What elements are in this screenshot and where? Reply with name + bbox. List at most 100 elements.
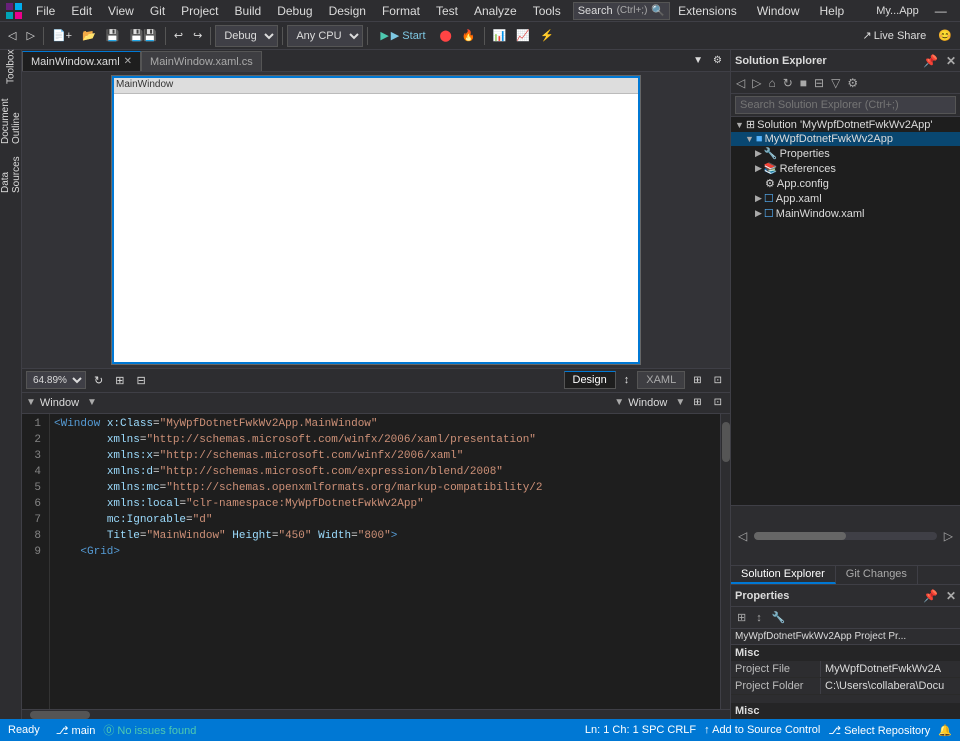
tab-list-button[interactable]: ▼ [689,50,707,71]
snap-button[interactable]: ⊟ [132,369,149,391]
menu-design[interactable]: Design [321,2,374,20]
vscroll-thumb[interactable] [722,422,730,462]
se-properties-item[interactable]: ▶ 🔧 Properties [731,146,960,161]
se-stop-btn[interactable]: ■ [797,73,810,93]
tab-git-changes[interactable]: Git Changes [836,566,918,584]
menu-build[interactable]: Build [227,2,270,20]
tab-close-all-button[interactable]: ⚙ [709,50,726,71]
hot-reload-button[interactable]: 🔥 [458,25,480,47]
maximize-button[interactable]: □ [955,0,960,22]
diag-button[interactable]: 📈 [512,25,534,47]
se-search-input[interactable] [735,96,956,114]
code-panel-dropdown-right[interactable]: ▼ [675,397,685,408]
save-button[interactable]: 💾 [102,25,124,47]
se-scroll-right[interactable]: ▷ [941,526,956,546]
profiler-button[interactable]: 📊 [489,25,511,47]
se-collapse-btn[interactable]: ⊟ [811,73,827,93]
menu-analyze[interactable]: Analyze [466,2,525,20]
search-box[interactable]: Search (Ctrl+;) 🔍 [573,2,670,20]
code-panel-dropdown-left[interactable]: ▼ [87,397,97,408]
redo-button[interactable]: ↪ [189,25,206,47]
menu-tools[interactable]: Tools [525,2,569,20]
menu-extensions[interactable]: Extensions [670,2,745,20]
project-arrow: ▼ [745,134,754,144]
se-appconfig-item[interactable]: ⚙ App.config [731,176,960,191]
minimize-button[interactable]: — [929,0,953,22]
menu-window[interactable]: Window [749,2,808,20]
new-project-button[interactable]: 📄+ [48,25,76,47]
se-project-item[interactable]: ▼ ■ MyWpfDotnetFwkWv2App [731,132,960,146]
save-all-button[interactable]: 💾💾 [125,25,160,47]
props-grid-btn[interactable]: ⊞ [733,611,750,624]
editor-vscroll[interactable] [720,414,730,710]
se-mainwindow-item[interactable]: ▶ ☐ MainWindow.xaml [731,206,960,221]
menu-help[interactable]: Help [812,2,853,20]
sidebar-data-sources[interactable]: Data Sources [2,166,20,184]
undo-button[interactable]: ↩ [170,25,187,47]
debug-mode-select[interactable]: Debug [215,25,278,47]
se-home-btn[interactable]: ⌂ [765,73,778,93]
cpu-select[interactable]: Any CPU [287,25,363,47]
expand-button[interactable]: ⊞ [689,369,705,391]
code-text[interactable]: <Window x:Class="MyWpfDotnetFwkWv2App.Ma… [50,414,720,710]
menu-view[interactable]: View [100,2,142,20]
toggle-arrow-button[interactable]: ↕ [620,369,634,391]
props-sort-btn[interactable]: ↕ [752,612,766,624]
status-notification[interactable]: 🔔 [938,724,952,737]
se-hscroll-thumb[interactable] [754,532,845,540]
xaml-tab-button[interactable]: XAML [637,371,685,389]
status-right: Ln: 1 Ch: 1 SPC CRLF ↑ Add to Source Con… [585,724,952,737]
design-tab-button[interactable]: Design [564,371,616,389]
live-share-button[interactable]: ↗ Live Share [856,27,932,44]
menu-debug[interactable]: Debug [269,2,320,20]
tab-solution-explorer[interactable]: Solution Explorer [731,566,836,584]
grid-button[interactable]: ⊞ [111,369,128,391]
se-appxaml-item[interactable]: ▶ ☐ App.xaml [731,191,960,206]
se-scroll-left[interactable]: ◁ [735,526,750,546]
tab-mainwindow-cs[interactable]: MainWindow.xaml.cs [141,51,262,71]
se-hscroll[interactable] [754,532,937,540]
zoom-select[interactable]: 64.89% [26,371,86,389]
status-select-repo[interactable]: ⎇ Select Repository [828,724,930,737]
feedback-button[interactable]: 😊 [934,25,956,47]
menu-git[interactable]: Git [142,2,173,20]
menu-file[interactable]: File [28,2,63,20]
start-button[interactable]: ▶ ▶ Start [372,25,433,47]
status-no-issues[interactable]: ⓪ No issues found [103,722,196,738]
menu-format[interactable]: Format [374,2,428,20]
props-close-icon[interactable]: ✕ [946,589,956,603]
editor-hscroll[interactable] [22,709,730,719]
se-references-item[interactable]: ▶ 📚 References [731,161,960,176]
sidebar-doc-outline[interactable]: Document Outline [2,112,20,130]
se-close-icon[interactable]: ✕ [946,54,956,68]
props-misc2-label: Misc [731,703,960,719]
se-refresh-btn[interactable]: ↻ [780,73,796,93]
forward-button[interactable]: ▷ [22,25,38,47]
menu-edit[interactable]: Edit [63,2,100,20]
se-filter-btn[interactable]: ▽ [828,73,843,93]
expand2-button[interactable]: ⊡ [710,369,726,391]
se-back-btn[interactable]: ◁ [733,73,748,93]
se-pin-icon[interactable]: 📌 [923,54,938,68]
attach-button[interactable]: ⬤ [436,25,456,47]
se-solution-item[interactable]: ▼ ⊞ Solution 'MyWpfDotnetFwkWv2App' [731,117,960,132]
se-forward-btn[interactable]: ▷ [749,73,764,93]
code-expand-button[interactable]: ⊞ [689,392,705,414]
menu-test[interactable]: Test [428,2,466,20]
refresh-button[interactable]: ↻ [90,369,107,391]
code-editor[interactable]: 1 2 3 4 5 6 7 8 9 <Window x:Class="MyWpf… [22,414,730,710]
tab-mainwindow-xaml[interactable]: MainWindow.xaml ✕ [22,51,141,71]
code-collapse-button[interactable]: ⊡ [710,392,726,414]
props-wrench-btn[interactable]: 🔧 [768,611,790,624]
props-pin-icon[interactable]: 📌 [923,589,938,603]
tab-close-xaml[interactable]: ✕ [124,56,132,67]
open-button[interactable]: 📂 [78,25,100,47]
status-source-control[interactable]: ↑ Add to Source Control [704,724,820,736]
menu-project[interactable]: Project [173,2,226,20]
hscroll-thumb[interactable] [30,711,90,719]
se-settings-btn[interactable]: ⚙ [844,73,861,93]
status-branch[interactable]: ⎇ main [56,724,96,737]
perf-button[interactable]: ⚡ [536,25,558,47]
back-button[interactable]: ◁ [4,25,20,47]
sidebar-toolbox[interactable]: Toolbox [2,58,20,76]
